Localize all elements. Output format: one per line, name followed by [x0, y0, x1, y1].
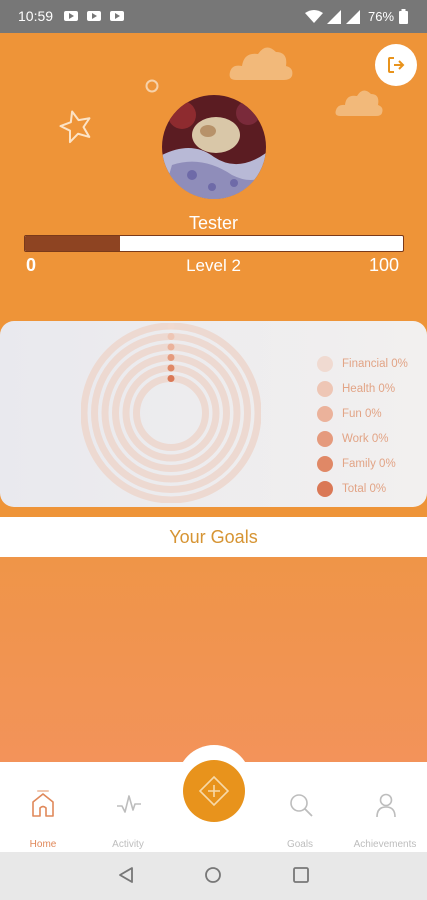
progress-ring-marker: [167, 375, 175, 382]
goals-header: Your Goals: [0, 517, 427, 557]
progress-ring-marker: [167, 343, 175, 351]
activity-icon: [117, 795, 141, 813]
nav-label-home: Home: [29, 839, 57, 850]
cloud-icon: [335, 90, 383, 116]
legend-dot: [317, 380, 333, 397]
legend-item: Work 0%: [317, 426, 408, 451]
signal-icon: [346, 10, 360, 24]
progress-legend: Financial 0% Health 0% Fun 0% Work 0% Family…: [317, 351, 408, 501]
legend-dot: [317, 405, 333, 422]
progress-ring-track: [133, 375, 209, 451]
progress-ring-track: [81, 323, 261, 503]
home-icon: [32, 793, 54, 817]
progress-ring-marker: [167, 333, 175, 340]
add-goal-button[interactable]: [183, 760, 245, 822]
person-icon: [376, 793, 396, 818]
legend-label: Health 0%: [342, 382, 396, 395]
logout-button[interactable]: [375, 44, 417, 86]
goals-title: Your Goals: [169, 526, 258, 547]
add-goal-icon: [198, 775, 230, 807]
xp-max-label: 100: [369, 255, 400, 275]
legend-dot: [317, 355, 333, 372]
back-icon[interactable]: [117, 866, 135, 884]
progress-ring-track: [112, 354, 230, 472]
legend-label: Work 0%: [342, 432, 389, 445]
legend-item: Family 0%: [317, 451, 408, 476]
goals-list: [0, 557, 427, 762]
circle-decoration: [145, 79, 159, 93]
home-circle-icon[interactable]: [204, 866, 222, 884]
youtube-notification-icon: [110, 11, 124, 21]
legend-dot: [317, 455, 333, 472]
progress-rings-chart: [81, 323, 261, 503]
wifi-icon: [305, 10, 323, 23]
battery-percent: 76%: [368, 9, 395, 24]
star-icon: [59, 110, 91, 144]
level-label: Level 2: [186, 256, 241, 275]
avatar[interactable]: [162, 95, 266, 199]
nav-label-activity: Activity: [112, 839, 144, 850]
legend-dot: [317, 480, 333, 497]
recents-icon[interactable]: [292, 866, 310, 884]
battery-icon: [399, 9, 408, 24]
legend-dot: [317, 430, 333, 447]
username: Tester: [188, 213, 239, 233]
nav-label-goals: Goals: [286, 839, 314, 850]
nav-label-achievements: Achievements: [353, 839, 417, 850]
legend-item: Fun 0%: [317, 401, 408, 426]
youtube-notification-icon: [64, 11, 78, 21]
legend-label: Total 0%: [342, 482, 387, 495]
search-icon: [290, 794, 313, 817]
xp-progress-bar: [24, 235, 404, 252]
cloud-icon: [229, 47, 293, 80]
system-navigation-bar: [0, 852, 427, 900]
xp-progress-fill: [25, 236, 120, 251]
legend-item: Financial 0%: [317, 351, 408, 376]
legend-label: Family 0%: [342, 457, 396, 470]
legend-label: Fun 0%: [342, 407, 382, 420]
legend-label: Financial 0%: [342, 357, 408, 370]
logout-icon: [388, 57, 405, 73]
legend-item: Total 0%: [317, 476, 408, 501]
signal-icon: [327, 10, 341, 24]
progress-ring-marker: [167, 354, 175, 361]
progress-ring-marker: [167, 364, 175, 372]
status-time: 10:59: [18, 8, 54, 24]
status-bar: 10:59 76%: [0, 0, 427, 33]
youtube-notification-icon: [87, 11, 101, 21]
legend-item: Health 0%: [317, 376, 408, 401]
